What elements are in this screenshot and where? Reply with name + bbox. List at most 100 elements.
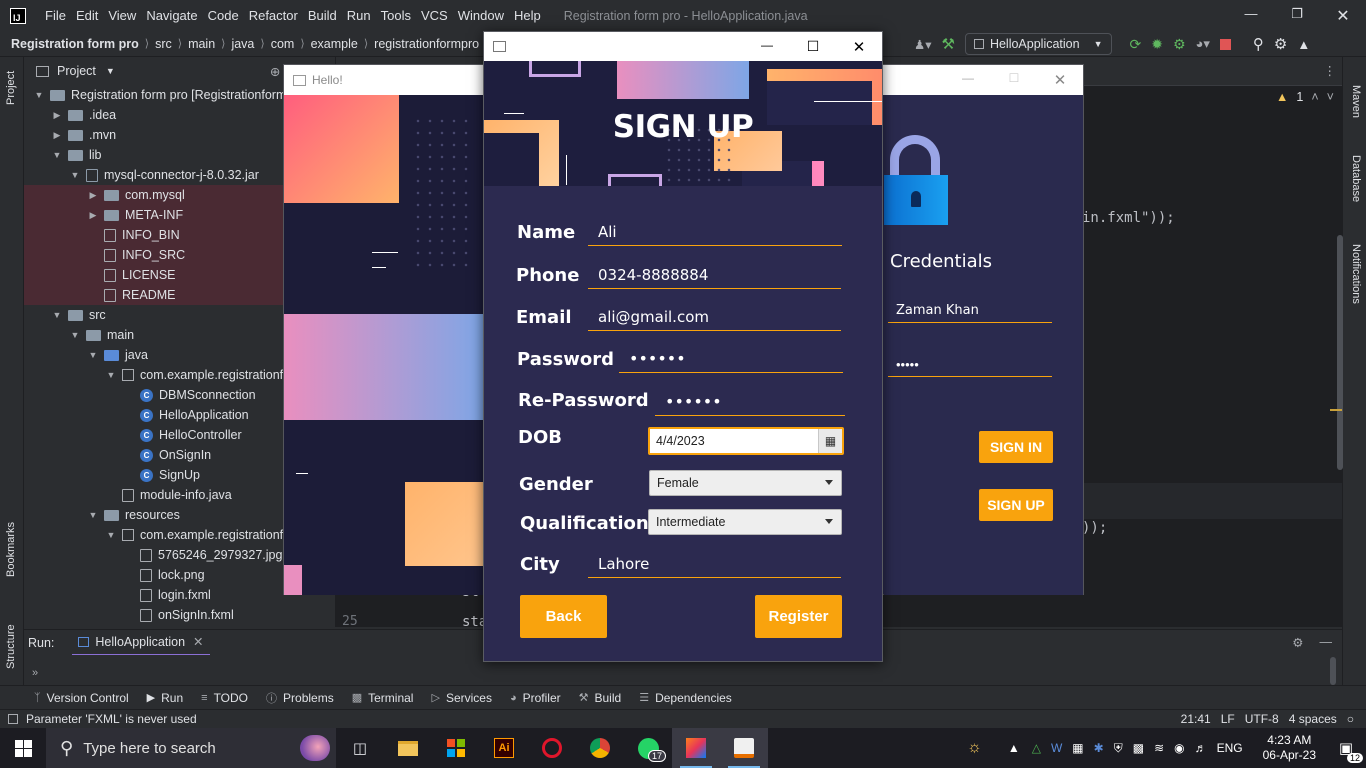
breadcrumb-java[interactable]: java <box>231 37 254 51</box>
microsoft-store-icon[interactable] <box>432 728 480 768</box>
taskbar-search[interactable]: ⚲ Type here to search <box>46 728 336 768</box>
menu-build[interactable]: Build <box>303 8 342 23</box>
line-separator[interactable]: LF <box>1221 712 1235 726</box>
name-input[interactable]: Ali <box>588 218 842 246</box>
battery-icon[interactable]: ▩ <box>1133 741 1144 755</box>
tool-project-tab[interactable]: Project <box>5 71 17 105</box>
illustrator-icon[interactable]: Ai <box>480 728 528 768</box>
chevron-down-icon[interactable]: ▼ <box>104 530 118 540</box>
breadcrumb-com[interactable]: com <box>271 37 295 51</box>
volume-icon[interactable]: ♬ <box>1195 741 1207 755</box>
close-icon[interactable]: ✕ <box>836 38 882 56</box>
tool-structure-tab[interactable]: Structure <box>5 624 17 669</box>
email-input[interactable]: ali@gmail.com <box>588 303 841 331</box>
editor-scrollbar[interactable] <box>1337 235 1343 470</box>
status-message[interactable]: Parameter 'FXML' is never used <box>26 712 197 726</box>
weather-icon[interactable]: ☼ <box>967 739 982 757</box>
settings-icon[interactable]: ⚙ <box>1274 35 1287 53</box>
dob-datepicker[interactable]: 4/4/2023 ▦ <box>648 427 844 455</box>
tool-profiler[interactable]: ◕ Profiler <box>510 691 561 705</box>
tool-notifications-tab[interactable]: Notifications <box>1350 244 1362 304</box>
menu-help[interactable]: Help <box>509 8 546 23</box>
lock-icon[interactable]: ○ <box>1347 712 1354 726</box>
opera-icon[interactable] <box>528 728 576 768</box>
chevron-down-icon[interactable]: ▼ <box>68 330 82 340</box>
bluetooth-icon[interactable]: ✱ <box>1094 741 1104 755</box>
sign-in-button[interactable]: SIGN IN <box>979 431 1053 463</box>
sign-up-button[interactable]: SIGN UP <box>979 489 1053 521</box>
chevron-down-icon[interactable]: ▼ <box>104 370 118 380</box>
tool-maven-tab[interactable]: Maven <box>1350 85 1362 118</box>
close-icon[interactable]: ✕ <box>1037 71 1083 89</box>
tray-app-icon[interactable]: ▲ <box>1008 741 1020 755</box>
breadcrumb-package[interactable]: registrationformpro <box>374 37 479 51</box>
phone-input[interactable]: 0324-8888884 <box>588 261 841 289</box>
back-button[interactable]: Back <box>520 595 607 638</box>
breadcrumb-project[interactable]: Registration form pro <box>11 37 139 51</box>
restore-icon[interactable]: ❐ <box>1274 6 1320 26</box>
more-icon[interactable]: ⋮ <box>1324 63 1337 78</box>
tool-build[interactable]: ⚒ Build <box>579 691 622 705</box>
chevron-down-icon[interactable]: ▼ <box>68 170 82 180</box>
tool-todo[interactable]: ≡ TODO <box>201 691 248 705</box>
menu-run[interactable]: Run <box>342 8 376 23</box>
scroll-track[interactable] <box>1330 657 1336 685</box>
file-encoding[interactable]: UTF-8 <box>1245 712 1279 726</box>
user-icon[interactable]: ♟▾ <box>914 37 931 52</box>
maximize-icon[interactable]: ☐ <box>790 38 836 56</box>
repassword-input[interactable]: •••••• <box>655 388 845 416</box>
menu-window[interactable]: Window <box>453 8 509 23</box>
start-button[interactable] <box>0 728 46 768</box>
breadcrumb-example[interactable]: example <box>311 37 358 51</box>
chevron-right-icon[interactable]: ▶ <box>86 190 100 201</box>
indent-setting[interactable]: 4 spaces <box>1289 712 1337 726</box>
menu-view[interactable]: View <box>103 8 141 23</box>
google-drive-icon[interactable]: △ <box>1032 741 1041 755</box>
settings-icon[interactable]: ⚙ <box>1292 635 1303 650</box>
project-panel-title[interactable]: Project <box>57 64 96 78</box>
clock[interactable]: 4:23 AM 06-Apr-23 <box>1253 733 1326 763</box>
username-field[interactable]: Zaman Khan <box>888 299 1052 323</box>
tool-problems[interactable]: ⓘ Problems <box>266 690 334 706</box>
menu-navigate[interactable]: Navigate <box>141 8 202 23</box>
password-input[interactable]: •••••• <box>619 345 843 373</box>
hammer-icon[interactable]: ⚒ <box>941 35 954 53</box>
monitor-icon[interactable]: ▦ <box>1072 741 1083 755</box>
chevron-down-icon[interactable]: ▼ <box>86 510 100 520</box>
chevron-down-icon[interactable]: ▼ <box>50 310 64 320</box>
chrome-icon[interactable] <box>576 728 624 768</box>
chevron-down-icon[interactable]: ▼ <box>106 66 115 76</box>
menu-edit[interactable]: Edit <box>71 8 103 23</box>
chevron-down-icon[interactable]: ▼ <box>50 150 64 160</box>
coverage-icon[interactable]: ⚙ <box>1173 36 1186 53</box>
menu-refactor[interactable]: Refactor <box>244 8 303 23</box>
close-icon[interactable]: ✕ <box>193 634 203 649</box>
rerun-icon[interactable]: ⟳ <box>1130 36 1142 53</box>
language-indicator[interactable]: ENG <box>1217 741 1243 755</box>
run-tab[interactable]: HelloApplication ✕ <box>72 630 210 656</box>
tool-database-tab[interactable]: Database <box>1350 155 1362 202</box>
gender-select[interactable]: Female <box>649 470 842 496</box>
chevron-down-icon[interactable]: ˅ <box>1327 90 1334 104</box>
chevron-right-icon[interactable]: ▶ <box>86 210 100 221</box>
caret-position[interactable]: 21:41 <box>1181 712 1211 726</box>
tool-dependencies[interactable]: ☰ Dependencies <box>639 691 732 705</box>
notification-center[interactable]: ▣ 12 <box>1326 739 1366 763</box>
task-view-icon[interactable]: ◫ <box>336 728 384 768</box>
breadcrumb-src[interactable]: src <box>155 37 172 51</box>
chevron-right-icon[interactable]: ▶ <box>50 130 64 141</box>
tool-terminal[interactable]: ▩ Terminal <box>352 691 414 705</box>
jetbrains-ai-icon[interactable]: ▲ <box>1297 37 1310 52</box>
menu-code[interactable]: Code <box>203 8 244 23</box>
tool-services[interactable]: ▷ Services <box>431 691 491 705</box>
qualification-select[interactable]: Intermediate <box>648 509 842 535</box>
file-explorer-icon[interactable] <box>384 728 432 768</box>
chevron-up-icon[interactable]: ˄ <box>1311 90 1318 104</box>
chevron-right-icon[interactable]: ▶ <box>50 110 64 121</box>
minimize-icon[interactable]: — <box>945 71 991 89</box>
breadcrumb-main[interactable]: main <box>188 37 215 51</box>
debug-icon[interactable]: ✹ <box>1151 36 1163 53</box>
minimize-icon[interactable]: — <box>744 38 790 56</box>
register-button[interactable]: Register <box>755 595 842 638</box>
security-icon[interactable]: ⛨ <box>1114 741 1123 756</box>
